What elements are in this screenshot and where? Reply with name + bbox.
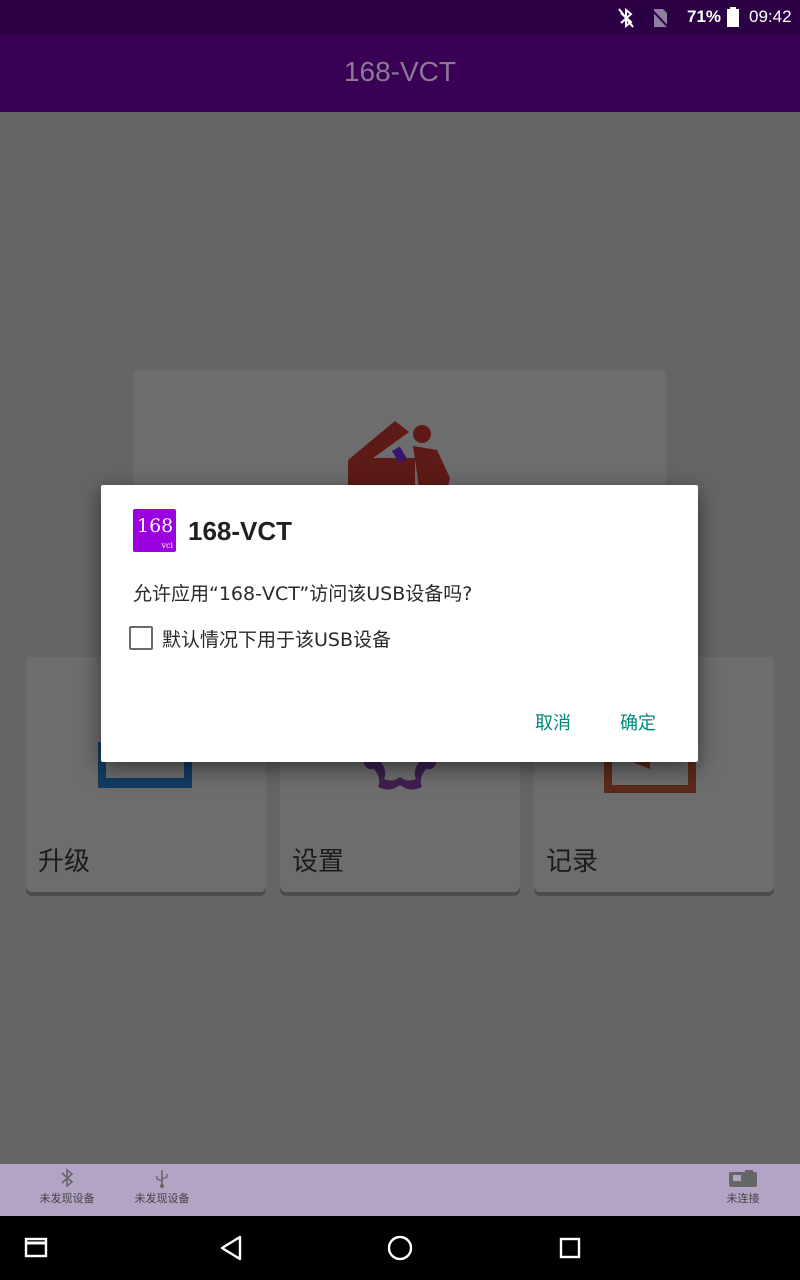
bluetooth-status: 未发现设备	[22, 1168, 112, 1206]
dialog-title: 168-VCT	[188, 516, 293, 546]
usb-icon	[117, 1168, 207, 1190]
bluetooth-off-icon	[615, 7, 637, 34]
usb-permission-dialog: 168 vci 168-VCT 允许应用“168-VCT”访问该USB设备吗? …	[101, 485, 698, 762]
app-icon-text: 168	[137, 515, 174, 537]
bluetooth-status-text: 未发现设备	[39, 1192, 95, 1205]
connection-status: 未连接	[698, 1168, 788, 1206]
diagnose-card[interactable]	[133, 370, 666, 500]
status-bar: 71% 09:42	[0, 0, 800, 34]
vci-device-icon	[698, 1168, 788, 1190]
app-icon: 168 vci	[133, 509, 176, 552]
no-sim-icon	[650, 7, 670, 34]
recents-button[interactable]	[550, 1230, 590, 1266]
default-use-checkbox[interactable]	[129, 626, 153, 650]
usb-status-text: 未发现设备	[134, 1192, 190, 1205]
upgrade-label: 升级	[38, 847, 91, 877]
home-button[interactable]	[380, 1230, 420, 1266]
back-button[interactable]	[212, 1230, 252, 1266]
default-use-checkbox-label[interactable]: 默认情况下用于该USB设备	[162, 625, 391, 652]
ok-button[interactable]: 确定	[620, 709, 656, 735]
settings-label: 设置	[292, 847, 345, 877]
app-title: 168-VCT	[343, 56, 457, 87]
dialog-message: 允许应用“168-VCT”访问该USB设备吗?	[133, 583, 473, 605]
battery-icon	[727, 7, 739, 32]
gear-icon	[360, 757, 440, 797]
device-status-bar: 未发现设备 未发现设备 未连接	[0, 1164, 800, 1216]
bluetooth-icon	[22, 1168, 112, 1190]
cancel-button[interactable]: 取消	[535, 709, 571, 735]
screenshot-button[interactable]	[18, 1230, 58, 1266]
clock: 09:42	[749, 7, 792, 26]
connection-status-text: 未连接	[726, 1192, 760, 1205]
app-bar: 168-VCT	[0, 34, 800, 112]
app-icon-subtext: vci	[161, 541, 173, 550]
usb-status: 未发现设备	[117, 1168, 207, 1206]
navigation-bar	[0, 1216, 800, 1280]
battery-percent: 71%	[687, 7, 722, 26]
records-label: 记录	[546, 847, 599, 877]
